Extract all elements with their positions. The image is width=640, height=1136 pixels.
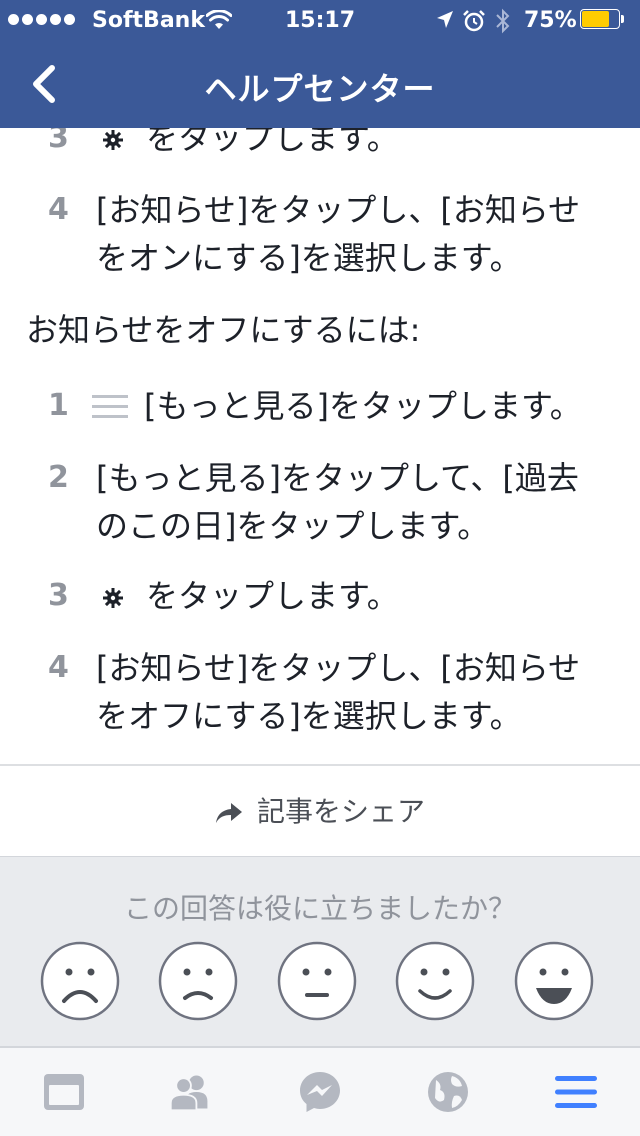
gear-icon [103, 588, 123, 608]
alarm-icon [463, 10, 485, 32]
menu-icon[interactable] [554, 1070, 598, 1114]
globe-notifications-icon[interactable] [426, 1070, 470, 1114]
step-number: 2 [48, 460, 69, 495]
step-number: 4 [48, 650, 69, 685]
step-text-line: をオンにする]を選択します。 [96, 239, 522, 277]
step-text-line: [お知らせ]をタップし、[お知らせ [96, 649, 581, 687]
step-text-line: [お知らせ]をタップし、[お知らせ [96, 191, 581, 229]
very-sad-face-icon[interactable] [40, 941, 120, 1021]
friends-icon[interactable] [168, 1070, 212, 1114]
bluetooth-icon [496, 8, 510, 34]
step-text-line: のこの日]をタップします。 [96, 507, 490, 545]
news-feed-icon[interactable] [42, 1070, 86, 1114]
share-arrow-icon [215, 803, 242, 823]
step-text-line: をオフにする]を選択します。 [96, 697, 522, 735]
bottom-tab-bar [0, 1046, 640, 1136]
feedback-question: この回答は役に立ちましたか？ [123, 892, 516, 925]
step-text-line: [もっと見る]をタップして、[過去 [96, 459, 579, 497]
battery-icon [580, 9, 626, 31]
sad-face-icon[interactable] [158, 941, 238, 1021]
menu-icon [92, 395, 128, 418]
location-arrow-icon [437, 11, 453, 28]
share-label: 記事をシェア [256, 795, 425, 828]
status-bar: SoftBank 15:17 75% [0, 0, 640, 40]
step-text: [もっと見る]をタップします。 [144, 387, 582, 425]
gear-icon [103, 130, 123, 150]
step-number: 3 [48, 128, 69, 155]
neutral-face-icon[interactable] [277, 941, 357, 1021]
help-article-content: 3 をタップします。 4 [お知らせ]をタップし、[お知らせ をオンにする]を選… [0, 128, 640, 764]
happy-face-icon[interactable] [514, 941, 594, 1021]
step-text: をタップします。 [146, 128, 399, 157]
smile-face-icon[interactable] [395, 941, 475, 1021]
page-title: ヘルプセンター [204, 70, 436, 108]
app-header: SoftBank 15:17 75% ヘルプセンター [0, 0, 640, 128]
section-heading: お知らせをオフにするには: [26, 311, 421, 349]
step-number: 1 [48, 388, 69, 423]
step-number: 4 [48, 192, 69, 227]
feedback-panel: この回答は役に立ちましたか？ [0, 856, 640, 1047]
share-article-button[interactable]: 記事をシェア [0, 764, 640, 856]
step-number: 3 [48, 578, 69, 613]
step-text: をタップします。 [146, 577, 399, 615]
messenger-icon[interactable] [298, 1070, 342, 1114]
battery-percent: 75% [524, 8, 577, 33]
